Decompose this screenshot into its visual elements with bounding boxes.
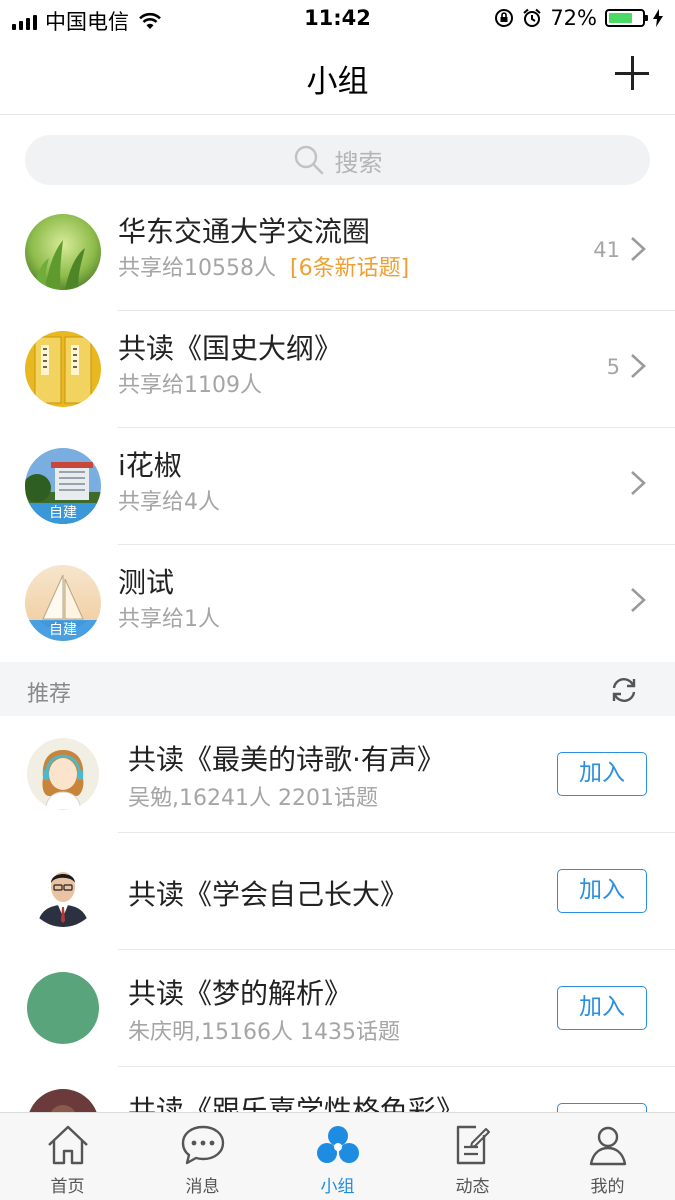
add-icon[interactable] bbox=[615, 56, 649, 90]
group-item[interactable]: 自建 i花椒 共享给4人 bbox=[0, 428, 675, 545]
group-shared-count: 共享给4人 bbox=[118, 490, 220, 515]
refresh-icon[interactable] bbox=[609, 675, 639, 705]
group-count: 5 bbox=[606, 355, 620, 379]
group-shared: 共享给1109人 bbox=[118, 367, 262, 399]
group-name: 华东交通大学交流圈 bbox=[118, 215, 371, 248]
battery-fill bbox=[609, 13, 633, 23]
group-avatar: 自建 bbox=[25, 448, 101, 524]
home-icon bbox=[47, 1125, 88, 1165]
chevron-right-icon bbox=[631, 471, 646, 495]
tab-label: 消息 bbox=[185, 1177, 220, 1197]
recommend-item[interactable]: 共读《学会自己长大》 加入 bbox=[0, 833, 675, 950]
battery-percent: 72% bbox=[550, 6, 597, 30]
recommend-meta: 吴勉,16241人 2201话题 bbox=[128, 786, 378, 811]
tab-label: 小组 bbox=[320, 1177, 355, 1197]
group-item[interactable]: 华东交通大学交流圈 共享给10558人 [6条新话题] 41 bbox=[0, 194, 675, 311]
group-name: 共读《国史大纲》 bbox=[118, 332, 343, 365]
tab-groups[interactable]: 小组 bbox=[270, 1113, 405, 1200]
recommend-item[interactable]: 共读《最美的诗歌·有声》 吴勉,16241人 2201话题 加入 bbox=[0, 716, 675, 833]
search-bar[interactable]: 搜索 bbox=[25, 135, 650, 185]
message-icon bbox=[181, 1125, 224, 1165]
join-button[interactable]: 加入 bbox=[557, 869, 647, 913]
recommend-item[interactable]: 共读《梦的解析》 朱庆明,15166人 1435话题 加入 bbox=[0, 950, 675, 1067]
page-title: 小组 bbox=[306, 64, 369, 100]
recommend-name: 共读《梦的解析》 bbox=[128, 977, 353, 1010]
chevron-right-icon bbox=[631, 588, 646, 612]
status-right: 72% bbox=[494, 6, 663, 30]
tab-feed[interactable]: 动态 bbox=[405, 1113, 540, 1200]
recommend-avatar bbox=[27, 972, 99, 1044]
tab-messages[interactable]: 消息 bbox=[135, 1113, 270, 1200]
recommend-header: 推荐 bbox=[0, 662, 675, 716]
tab-label: 动态 bbox=[455, 1177, 490, 1197]
self-built-badge: 自建 bbox=[25, 620, 101, 641]
self-built-badge: 自建 bbox=[25, 503, 101, 524]
group-shared: 共享给10558人 [6条新话题] bbox=[118, 250, 409, 282]
group-avatar bbox=[25, 331, 101, 407]
status-bar: 中国电信 11:42 72% bbox=[0, 0, 675, 38]
recommend-name: 共读《最美的诗歌·有声》 bbox=[128, 743, 445, 776]
recommend-name: 共读《学会自己长大》 bbox=[128, 878, 409, 911]
tab-label: 我的 bbox=[590, 1177, 625, 1197]
feed-icon bbox=[456, 1125, 490, 1165]
chevron-right-icon bbox=[631, 354, 646, 378]
tab-label: 首页 bbox=[50, 1177, 85, 1197]
search-placeholder: 搜索 bbox=[334, 148, 383, 177]
alarm-icon bbox=[523, 8, 541, 27]
group-shared-count: 共享给1109人 bbox=[118, 373, 262, 398]
tab-bar: 首页 消息 小组 动态 我的 bbox=[0, 1112, 675, 1200]
search-icon bbox=[294, 145, 323, 175]
group-item[interactable]: 共读《国史大纲》 共享给1109人 5 bbox=[0, 311, 675, 428]
tab-profile[interactable]: 我的 bbox=[540, 1113, 675, 1200]
group-count: 41 bbox=[593, 238, 620, 262]
group-shared: 共享给1人 bbox=[118, 601, 220, 633]
group-name: i花椒 bbox=[118, 449, 182, 482]
group-name: 测试 bbox=[118, 566, 175, 599]
charging-icon bbox=[653, 9, 663, 27]
group-shared-count: 共享给10558人 bbox=[118, 256, 276, 281]
recommend-meta: 朱庆明,15166人 1435话题 bbox=[128, 1020, 400, 1045]
group-item[interactable]: 自建 测试 共享给1人 bbox=[0, 545, 675, 662]
group-shared: 共享给4人 bbox=[118, 484, 220, 516]
recommend-avatar bbox=[27, 738, 99, 810]
tab-home[interactable]: 首页 bbox=[0, 1113, 135, 1200]
group-avatar bbox=[25, 214, 101, 290]
group-avatar: 自建 bbox=[25, 565, 101, 641]
group-shared-count: 共享给1人 bbox=[118, 607, 220, 632]
profile-icon bbox=[589, 1126, 626, 1166]
chevron-right-icon bbox=[631, 237, 646, 261]
join-button[interactable]: 加入 bbox=[557, 752, 647, 796]
rotation-lock-icon bbox=[495, 9, 514, 27]
recommend-avatar bbox=[27, 855, 99, 927]
recommend-title: 推荐 bbox=[27, 682, 72, 707]
new-topics-badge: [6条新话题] bbox=[290, 256, 410, 281]
nav-bar: 小组 bbox=[0, 38, 675, 115]
join-button[interactable]: 加入 bbox=[557, 986, 647, 1030]
battery-icon bbox=[605, 9, 648, 27]
group-icon bbox=[316, 1126, 359, 1163]
